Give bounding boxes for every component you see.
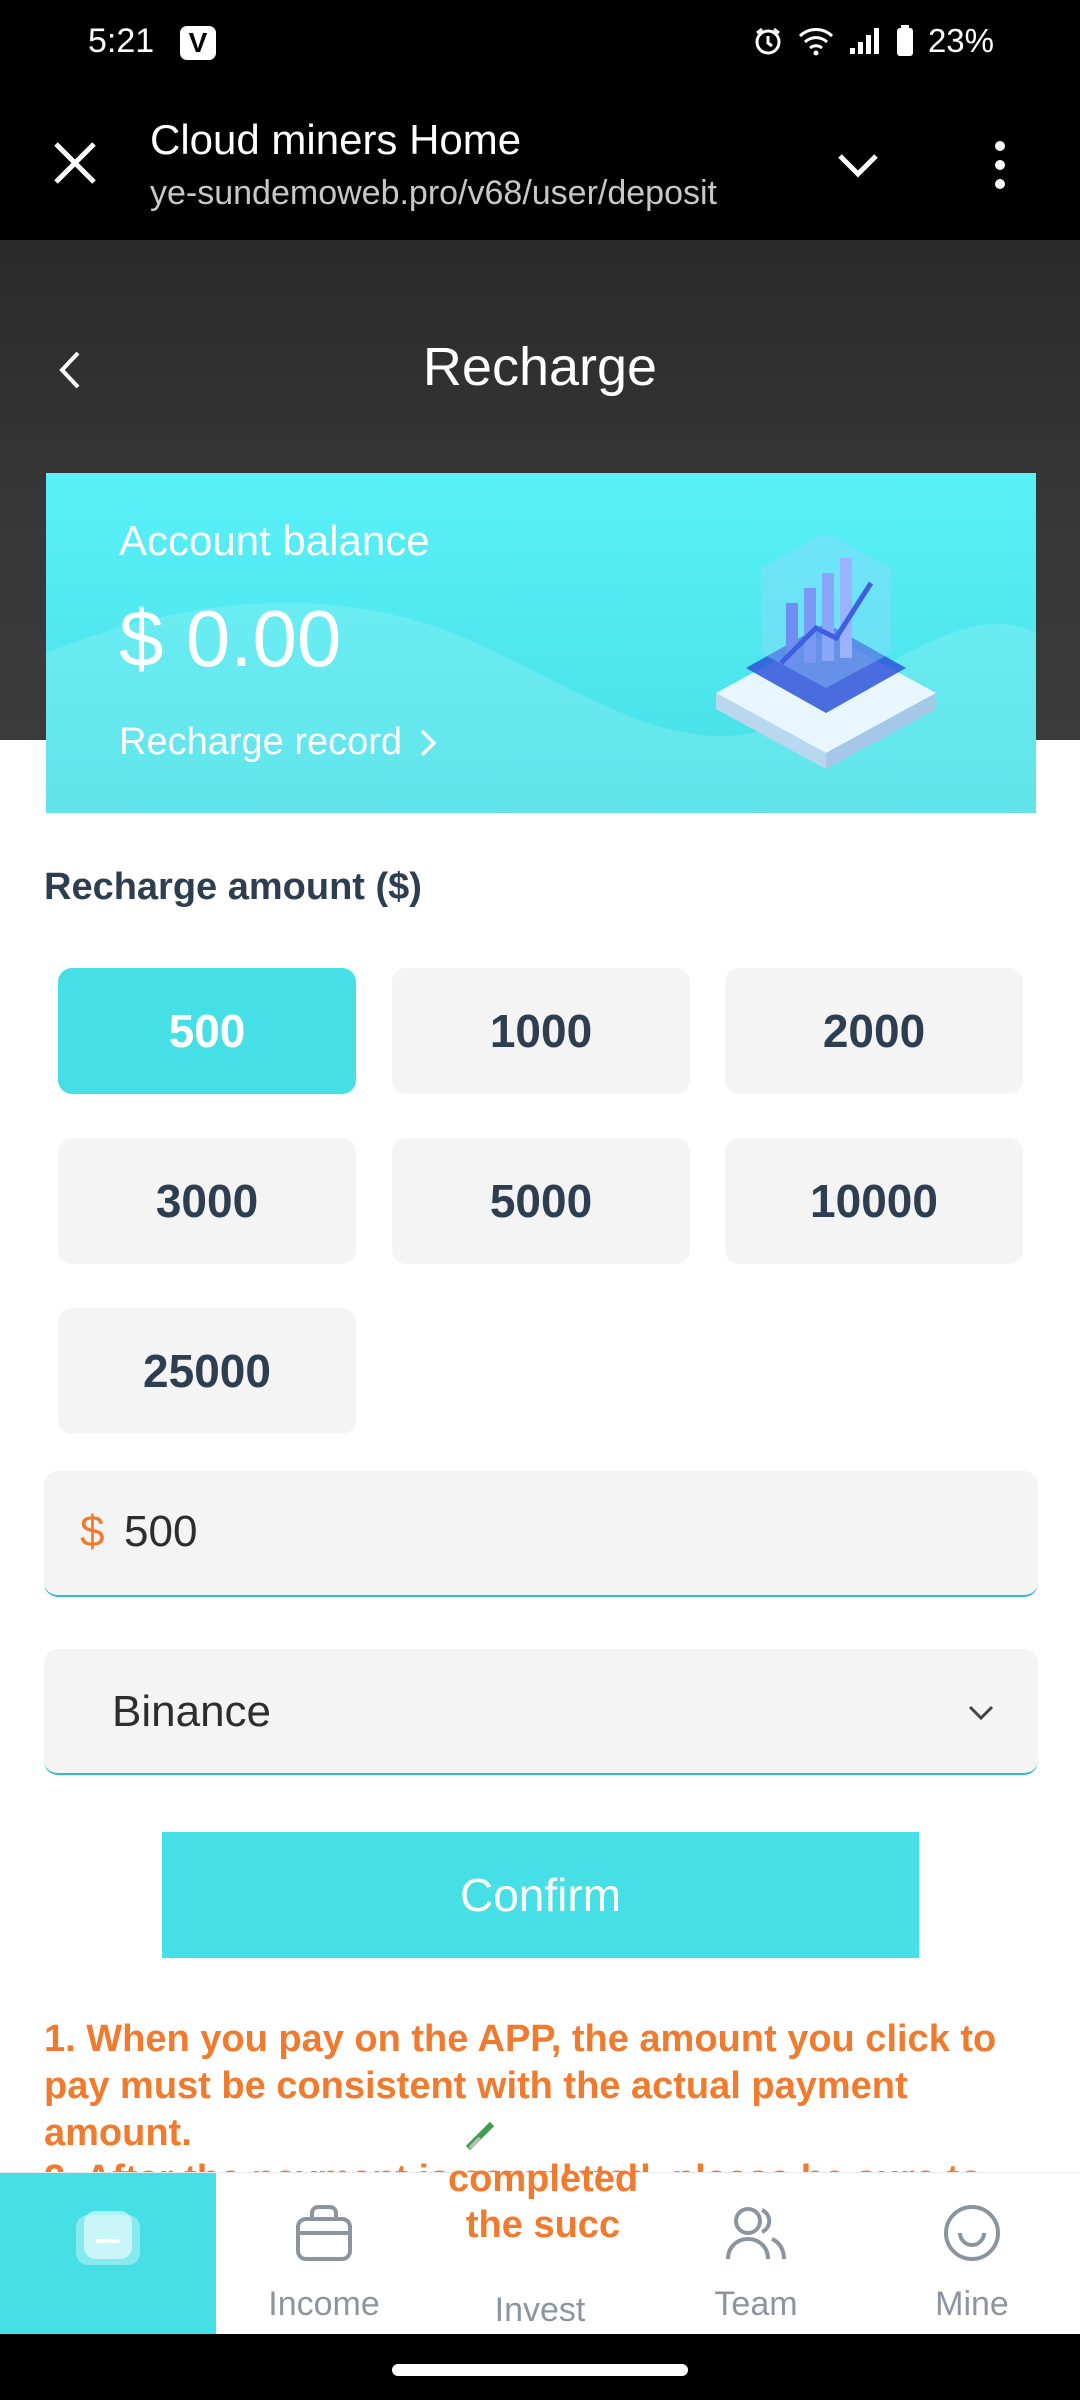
tab-invest-label: Invest [494,2291,586,2329]
alarm-icon [755,27,781,55]
tab-team-label: Team [714,2285,798,2323]
amount-input[interactable]: $ 500 [44,1471,1038,1597]
tab-team[interactable]: Team [648,2173,864,2335]
tab-income[interactable]: Income [216,2173,432,2335]
payment-method-value: Binance [112,1687,272,1736]
balance-value: $ 0.00 [119,594,342,683]
amount-input-value[interactable]: 500 [124,1507,197,1557]
team-icon [726,2207,786,2260]
browser-url[interactable]: ye-sundemoweb.pro/v68/user/deposit [150,174,717,213]
balance-label: Account balance [119,517,430,564]
recharge-record-link[interactable]: Recharge record [119,721,438,764]
battery-icon [896,25,913,56]
recharge-record-label: Recharge record [119,721,403,763]
status-indicators: 23% [752,22,994,60]
confirm-button[interactable]: Confirm [162,1832,919,1958]
tab-mine-label: Mine [935,2285,1009,2323]
currency-symbol: $ [80,1507,105,1556]
amount-option-5000[interactable]: 5000 [392,1138,690,1264]
balance-card: Account balance $ 0.00 Recharge record [46,473,1036,813]
wifi-icon [798,28,833,56]
system-nav-bar [0,2334,1080,2400]
status-time: 5:21 [88,22,155,60]
browser-toolbar: Cloud miners Home ye-sundemoweb.pro/v68/… [0,90,1080,240]
tab-mine[interactable]: Mine [864,2173,1080,2335]
chart-cube-icon [716,533,936,769]
amount-option-1000[interactable]: 1000 [392,968,690,1094]
amount-option-500[interactable]: 500 [58,968,356,1094]
invest-overlay: completed the succ [448,2118,638,2248]
status-bar: 5:21 V 23% [0,0,1080,90]
signal-icon [849,28,879,54]
home-indicator[interactable] [392,2364,688,2376]
more-options-icon[interactable] [990,140,1010,190]
amount-option-2000[interactable]: 2000 [725,968,1023,1094]
rocket-icon [465,2121,495,2151]
app-badge-icon: V [180,26,216,60]
home-icon [76,2211,140,2265]
chevron-down-icon [968,1705,994,1721]
page-title: Recharge [422,337,658,397]
amount-option-3000[interactable]: 3000 [58,1138,356,1264]
smile-icon [944,2205,1000,2261]
battery-percent: 23% [927,22,994,59]
recharge-amount-label: Recharge amount ($) [44,866,422,908]
browser-page-title: Cloud miners Home [150,116,522,163]
invest-overlay-line-1: completed [448,2158,639,2200]
invest-overlay-line-2: the succ [465,2204,621,2246]
payment-method-select[interactable]: Binance [44,1649,1038,1775]
tab-home[interactable] [0,2173,216,2335]
amount-option-10000[interactable]: 10000 [725,1138,1023,1264]
close-icon[interactable] [52,140,98,186]
tab-income-label: Income [268,2285,380,2323]
amount-option-25000[interactable]: 25000 [58,1308,356,1434]
chevron-down-icon[interactable] [836,148,880,182]
bag-icon [296,2205,352,2261]
chevron-right-icon [420,729,437,756]
